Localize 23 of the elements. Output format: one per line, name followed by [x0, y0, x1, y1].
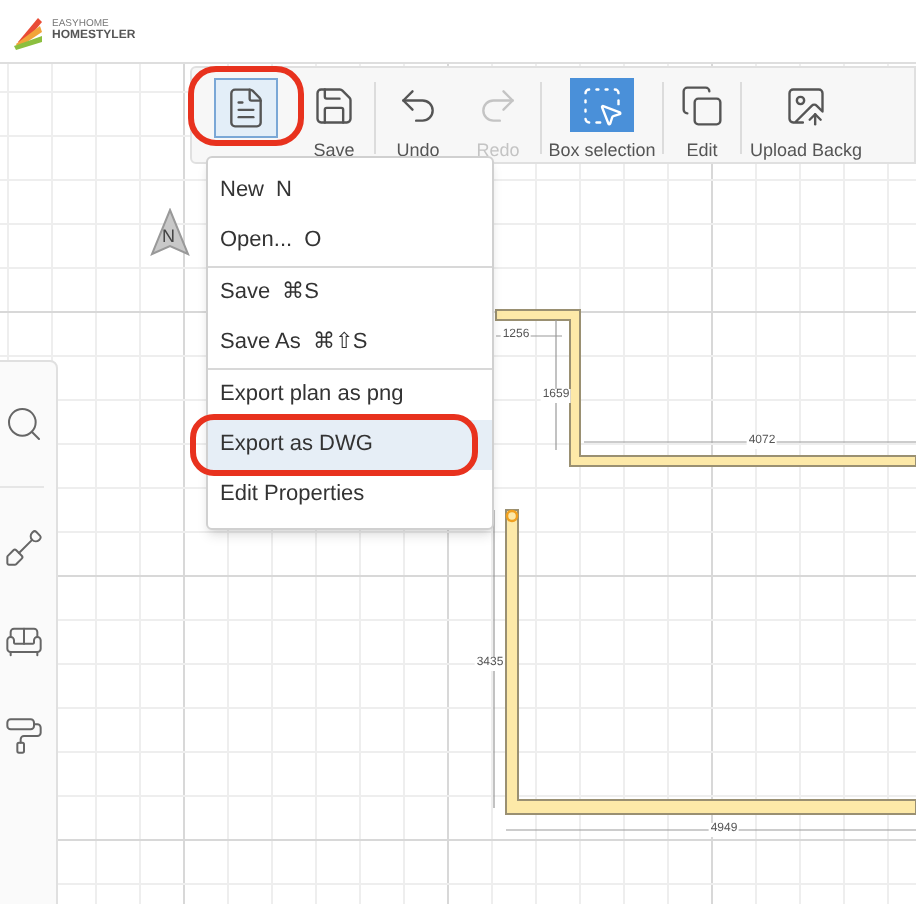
toolbar-button[interactable]: Edit — [666, 74, 738, 162]
menu-item[interactable]: New N — [208, 166, 492, 216]
compass-icon — [150, 208, 190, 256]
box-selection-icon — [580, 83, 624, 127]
menu-item[interactable]: Open... O — [208, 216, 492, 266]
toolbar-button[interactable]: Save — [296, 74, 372, 162]
logo-icon — [14, 13, 46, 49]
document-icon — [224, 86, 268, 130]
image-upload-icon — [784, 83, 828, 127]
toolbar-button[interactable]: Upload Backg — [744, 74, 868, 162]
toolbar-button[interactable]: Box selection — [544, 74, 660, 162]
search-icon[interactable] — [4, 404, 44, 444]
paint-roller-icon[interactable] — [4, 716, 44, 756]
menu-item[interactable]: Save ⌘S — [208, 268, 492, 318]
menu-item[interactable]: Export as DWG — [208, 420, 492, 470]
shovel-icon[interactable] — [4, 528, 44, 568]
toolbar-button[interactable]: Undo — [378, 74, 458, 162]
menu-item[interactable]: Export plan as png — [208, 370, 492, 420]
sofa-icon[interactable] — [4, 622, 44, 662]
menu-item[interactable]: Edit Properties — [208, 470, 492, 520]
compass-label: N — [162, 226, 175, 246]
menu-item[interactable]: Save As ⌘⇧S — [208, 318, 492, 368]
copy-icon — [680, 83, 724, 127]
